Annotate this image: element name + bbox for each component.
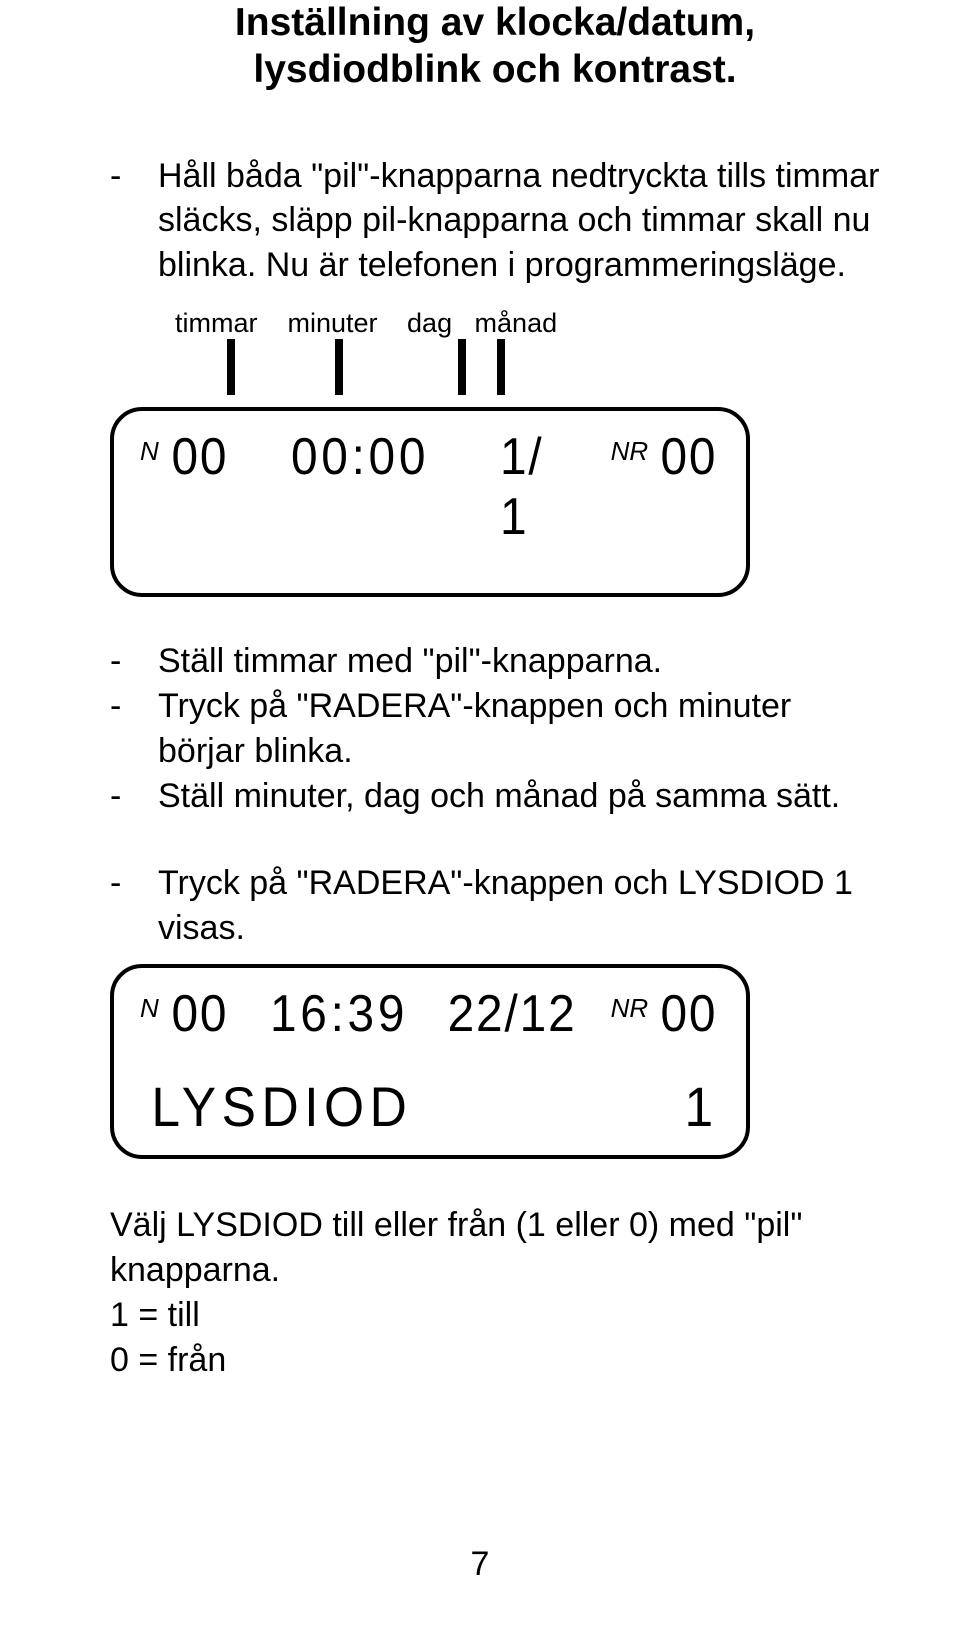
bullet-dash: - [110,639,158,684]
lcd2-n-prefix: N [140,993,159,1024]
lcd-display-2: N 00 16:39 22/12 NR 00 LYSDIOD 1 [110,964,750,1159]
lcd2-date: 22/12 [448,984,577,1044]
title-line-1: Inställning av klocka/datum, [110,0,880,47]
lcd-display-1: N 00 00:00 1/ 1 NR 00 [110,407,750,597]
footer-line-2: 1 = till [110,1293,880,1338]
lcd2-bottom-row: LYSDIOD 1 [140,1074,720,1139]
bullet-dash: - [110,684,158,774]
footer-line-1: Välj LYSDIOD till eller från (1 eller 0)… [110,1203,880,1293]
label-dag: dag [407,308,467,339]
label-timmar: timmar [175,308,280,339]
footer-text: Välj LYSDIOD till eller från (1 eller 0)… [110,1203,880,1383]
lcd1-n-prefix: N [140,436,159,467]
instruction-1: - Håll båda "pil"-knapparna nedtryckta t… [110,154,880,289]
lcd2-bottom-value: 1 [684,1074,718,1139]
instruction-2b: Tryck på "RADERA"-knappen och minuter bö… [158,684,880,774]
lcd2-n-value: 00 [171,984,228,1044]
bullet-dash: - [110,154,158,289]
tick-icon [227,339,235,395]
bullet-dash: - [110,861,158,951]
lcd2-bottom-label: LYSDIOD [151,1074,412,1139]
instruction-list-2: - Ställ timmar med "pil"-knapparna. - Tr… [110,639,880,819]
lcd2-nr-value: 00 [661,984,718,1044]
tick-icon [458,339,466,395]
tick-icon [335,339,343,395]
lcd2-time: 16:39 [270,984,408,1044]
footer-line-3: 0 = från [110,1338,880,1383]
lcd-field-labels: timmar minuter dag månad [175,308,880,339]
instruction-3-text: Tryck på "RADERA"-knappen och LYSDIOD 1 … [158,861,880,951]
lcd-label-ticks [175,339,880,395]
page-title: Inställning av klocka/datum, lysdiodblin… [110,0,880,94]
instruction-1-text: Håll båda "pil"-knapparna nedtryckta til… [158,154,880,289]
bullet-dash: - [110,774,158,819]
lcd1-nr-prefix: NR [611,436,649,467]
lcd2-top-row: N 00 16:39 22/12 NR 00 [140,984,720,1044]
instruction-3: - Tryck på "RADERA"-knappen och LYSDIOD … [110,861,880,951]
tick-icon [497,339,505,395]
instruction-2c: Ställ minuter, dag och månad på samma sä… [158,774,880,819]
label-minuter: minuter [288,308,400,339]
lcd2-nr-prefix: NR [611,993,649,1024]
page-number: 7 [0,1545,960,1584]
instruction-2a: Ställ timmar med "pil"-knapparna. [158,639,880,684]
lcd1-n-value: 00 [171,427,228,487]
title-line-2: lysdiodblink och kontrast. [110,47,880,94]
lcd1-date: 1/ 1 [500,427,568,547]
label-manad: månad [475,308,565,339]
lcd1-time: 00:00 [291,427,429,487]
lcd1-nr-value: 00 [661,427,718,487]
lcd1-top-row: N 00 00:00 1/ 1 NR 00 [140,427,720,547]
